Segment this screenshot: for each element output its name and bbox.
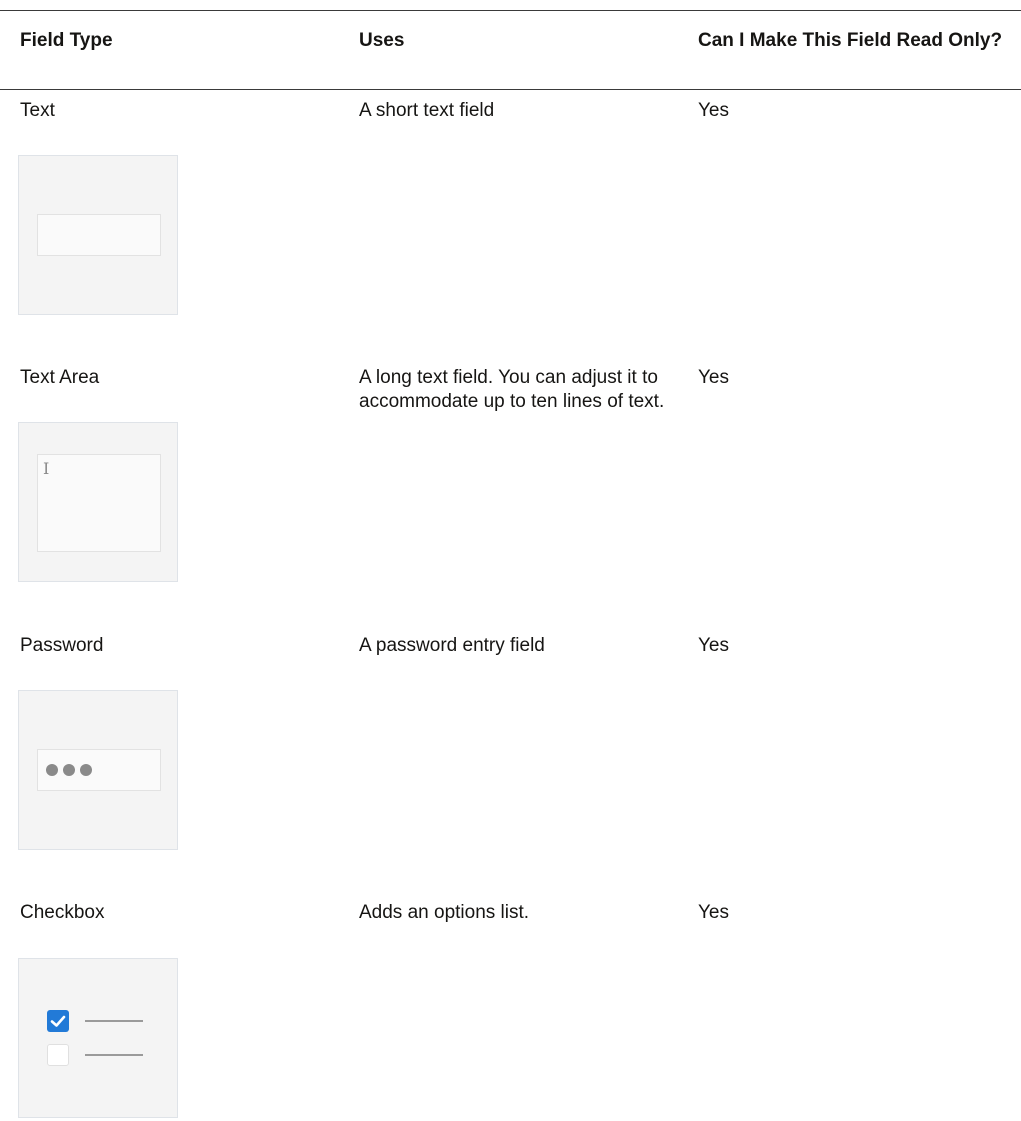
header-read-only: Can I Make This Field Read Only? (698, 30, 1003, 51)
unchecked-checkbox-icon (47, 1044, 69, 1066)
checked-checkbox-icon (47, 1010, 69, 1032)
field-types-table: Field Type Uses Can I Make This Field Re… (0, 0, 1021, 1121)
option-line (85, 1054, 143, 1056)
header-field-type: Field Type (20, 30, 113, 51)
text-area-shape: I (37, 454, 161, 552)
password-field-icon (18, 690, 178, 850)
password-dot-icon (80, 764, 92, 776)
table-top-rule (0, 10, 1021, 11)
field-type-cell: Checkbox (20, 902, 105, 923)
uses-cell: Adds an options list. (359, 902, 530, 923)
checkmark-icon (50, 1015, 66, 1027)
read-only-cell: Yes (698, 367, 729, 388)
read-only-cell: Yes (698, 902, 729, 923)
field-type-cell: Password (20, 635, 104, 656)
text-input-shape (37, 214, 161, 256)
text-area-icon: I (18, 422, 178, 582)
header-bottom-rule (0, 89, 1021, 90)
password-dot-icon (46, 764, 58, 776)
option-line (85, 1020, 143, 1022)
password-input-shape (37, 749, 161, 791)
text-cursor-icon: I (43, 459, 50, 478)
read-only-cell: Yes (698, 100, 729, 121)
uses-cell: A password entry field (359, 635, 545, 656)
field-type-cell: Text (20, 100, 55, 121)
uses-cell: A long text field. You can adjust it to … (359, 367, 665, 412)
uses-cell: A short text field (359, 100, 495, 121)
read-only-cell: Yes (698, 635, 729, 656)
password-dot-icon (63, 764, 75, 776)
checkbox-list-icon (18, 958, 178, 1118)
text-field-icon (18, 155, 178, 315)
field-type-cell: Text Area (20, 367, 100, 388)
header-uses: Uses (359, 30, 405, 51)
